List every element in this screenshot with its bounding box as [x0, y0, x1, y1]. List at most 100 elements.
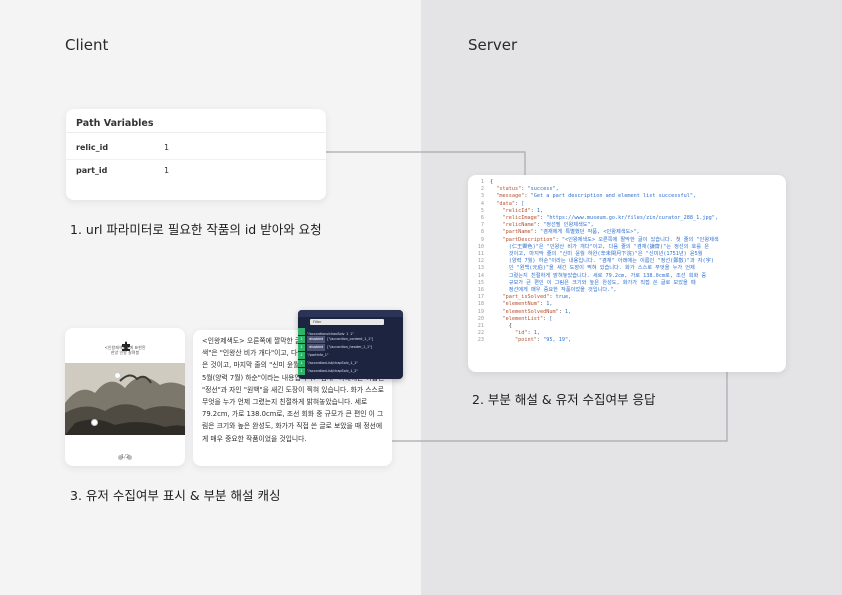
- code-text: "partName": "겸재에게 특별했던 작품, <인왕제색도>",: [502, 229, 640, 236]
- step-2-label: 2. 부분 해설 & 유저 수집여부 응답: [472, 392, 656, 407]
- code-text: 그렸는지 친절하게 밝혀놓았습니다. 세로 79.2cm, 가로 138.0cm…: [490, 272, 707, 279]
- code-line: 16 정선에게 매우 중요한 작품이었을 것입니다.",: [476, 287, 780, 294]
- code-text: (仁王霽色)"은 "인왕산 비가 개다"이고, 다음 줄의 "겸재(謙齋)"는 …: [490, 243, 709, 250]
- line-number: 9: [480, 236, 484, 243]
- line-number: 7: [480, 222, 484, 229]
- code-line: 14 그렸는지 친절하게 밝혀놓았습니다. 세로 79.2cm, 가로 138.…: [476, 273, 780, 280]
- code-line: 17 "part_isSolved": true,: [476, 294, 780, 301]
- code-line: 21 {: [476, 323, 780, 330]
- code-line: 3 "message": "Get a part description and…: [476, 193, 780, 200]
- line-number: 22: [477, 330, 484, 337]
- line-number: 23: [477, 337, 484, 344]
- cache-entry-row[interactable]: 1 disabled ["/accordion_content_1_1"]: [298, 336, 403, 343]
- line-number: 10: [477, 243, 484, 250]
- line-number: 18: [477, 301, 484, 308]
- code-text: "elementSolvedNum": 1,: [502, 308, 572, 315]
- cache-entry-key: "/accordionList/chapSolv_1_1": [307, 361, 358, 365]
- code-text: {: [490, 179, 494, 185]
- line-number: 1: [480, 179, 484, 185]
- line-number: 3: [480, 193, 484, 200]
- cache-entry-count: 1: [298, 368, 305, 375]
- line-number: 4: [480, 200, 484, 207]
- code-text: 인 "원백(元伯)"을 새긴 도장이 찍혀 있습니다. 화가 스스로 무엇을 누…: [490, 265, 695, 272]
- code-text: "elementList": [: [502, 315, 553, 322]
- cache-entry-count: [298, 328, 305, 335]
- line-number: 8: [480, 229, 484, 236]
- relic-view-card: <인왕제색도>에 표현된 한양 인왕 살펴봄 1/2: [65, 328, 185, 466]
- element-point-marker[interactable]: [114, 372, 121, 379]
- line-number: 15: [477, 279, 484, 286]
- devtools-toolbar: [298, 310, 403, 317]
- code-text: "status": "success",: [496, 186, 559, 193]
- cache-entry-key: ["/accordion_header_1_1"]: [327, 345, 373, 349]
- code-text: "point": "95, 19",: [515, 337, 572, 344]
- step-3-label: 3. 유저 수집여부 표시 & 부분 해설 캐싱: [70, 488, 281, 503]
- cache-entry-key: "/accordionList/chapSolv_1_2": [307, 369, 358, 373]
- code-text: "relicId": 1,: [502, 207, 544, 214]
- line-number: 21: [477, 323, 484, 330]
- cache-entry-row[interactable]: 1 "/accordionList/chapSolv_1_1": [298, 360, 403, 367]
- param-value-relic-id: 1: [164, 143, 170, 152]
- line-number: 6: [480, 215, 484, 222]
- step-1-label: 1. url 파라미터로 필요한 작품의 id 받아와 요청: [70, 222, 322, 237]
- line-number: 20: [477, 315, 484, 322]
- code-text: 정선에게 매우 중요한 작품이었을 것입니다.",: [490, 287, 617, 294]
- param-key-part-id: part_id: [76, 166, 108, 175]
- line-number: 16: [477, 287, 484, 294]
- line-number: 19: [477, 308, 484, 315]
- code-text: "message": "Get a part description and e…: [496, 193, 697, 200]
- cache-entry-row[interactable]: 1 disabled ["/accordion_header_1_1"]: [298, 344, 403, 351]
- code-text: "part_isSolved": true,: [502, 294, 572, 301]
- code-line: 22 "id": 1,: [476, 330, 780, 337]
- cache-entry-key: "/partInfo_1": [307, 353, 329, 357]
- line-number: 17: [477, 294, 484, 301]
- cache-devtools-panel: Filter "/accordions/chapSolv_1_1" 1 disabl…: [298, 310, 403, 379]
- painting-image: [65, 363, 185, 435]
- divider: [66, 132, 326, 133]
- code-line: 2 "status": "success",: [476, 186, 780, 193]
- cache-entry-row[interactable]: "/accordions/chapSolv_1_1": [298, 328, 403, 335]
- path-variables-title: Path Variables: [76, 118, 154, 129]
- line-number: 11: [477, 251, 484, 258]
- cache-entry-count: 1: [298, 336, 305, 343]
- code-line: 18 "elementNum": 1,: [476, 301, 780, 308]
- json-response-card: 1{2 "status": "success", 3 "message": "Ge…: [468, 175, 786, 372]
- cache-entry-key: "/accordions/chapSolv_1_1": [307, 332, 354, 335]
- code-line: 20 "elementList": [: [476, 316, 780, 323]
- cache-entry-status: disabled: [307, 344, 326, 351]
- line-number: 14: [477, 272, 484, 279]
- code-text: "id": 1,: [515, 330, 540, 337]
- path-variables-card: Path Variables relic_id 1 part_id 1: [66, 109, 326, 200]
- cache-entry-row[interactable]: 1 "/accordionList/chapSolv_1_2": [298, 368, 403, 375]
- cache-entry-count: 1: [298, 344, 305, 351]
- code-text: "data": [: [496, 200, 525, 207]
- relic-title: 한양 인왕 살펴봄: [110, 350, 140, 355]
- json-code-view: 1{2 "status": "success", 3 "message": "Ge…: [476, 179, 780, 368]
- code-line: 15 규모가 큰 편인 이 그림은 크기와 높은 완성도, 화가가 직접 쓴 글…: [476, 280, 780, 287]
- code-line: 8 "partName": "겸재에게 특별했던 작품, <인왕제색도>",: [476, 229, 780, 236]
- line-number: 5: [480, 207, 484, 214]
- code-line: 13 인 "원백(元伯)"을 새긴 도장이 찍혀 있습니다. 화가 스스로 무엇…: [476, 265, 780, 272]
- code-line: 9 "partDescription": "<인왕제색도> 오른쪽에 짤막한 글…: [476, 237, 780, 244]
- server-title: Server: [468, 36, 518, 54]
- code-line: 23 "point": "95, 19",: [476, 337, 780, 344]
- cache-entry-count: 1: [298, 352, 305, 359]
- cache-entry-status: disabled: [307, 336, 326, 343]
- devtools-filter-input[interactable]: Filter: [310, 319, 384, 325]
- page-counter: 1/2: [120, 454, 130, 460]
- code-line: 10 (仁王霽色)"은 "인왕산 비가 개다"이고, 다음 줄의 "겸재(謙齋)…: [476, 244, 780, 251]
- code-line: 1{: [476, 179, 780, 186]
- cache-entry-row[interactable]: 1 "/partInfo_1": [298, 352, 403, 359]
- element-point-marker[interactable]: [91, 419, 98, 426]
- line-number: 13: [477, 265, 484, 272]
- param-value-part-id: 1: [164, 166, 170, 175]
- code-text: 규모가 큰 편인 이 그림은 크기와 높은 완성도, 화가가 직접 쓴 글로 보…: [490, 279, 696, 286]
- code-text: {: [490, 323, 512, 330]
- divider: [66, 159, 326, 160]
- client-title: Client: [65, 36, 109, 54]
- cache-entry-key: ["/accordion_content_1_1"]: [327, 337, 374, 341]
- code-line: 5 "relicId": 1,: [476, 208, 780, 215]
- cache-entry-count: 1: [298, 360, 305, 367]
- code-line: 4 "data": [: [476, 201, 780, 208]
- code-line: 19 "elementSolvedNum": 1,: [476, 309, 780, 316]
